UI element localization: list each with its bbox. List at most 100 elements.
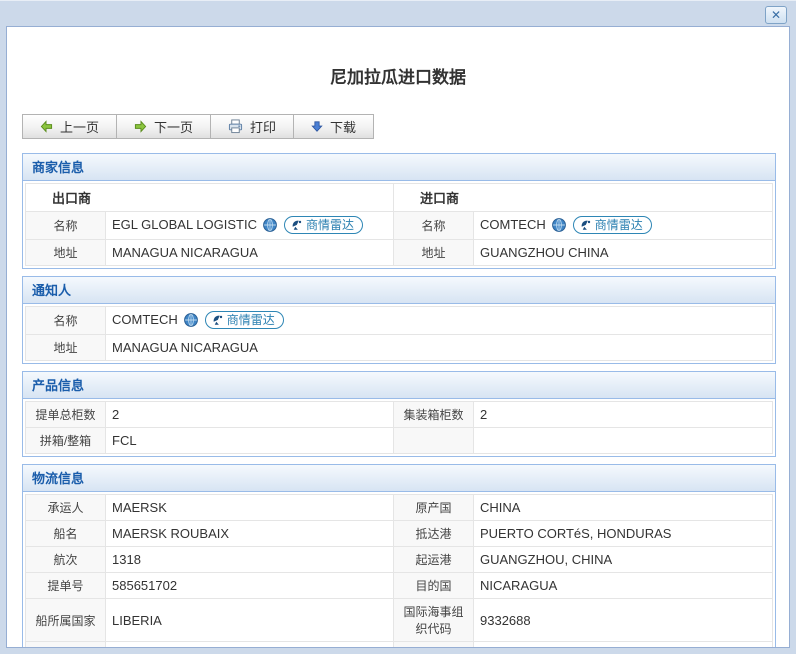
field-value: 9332688 <box>474 599 773 642</box>
section-notify-title: 通知人 <box>23 277 775 304</box>
section-logistics: 物流信息 承运人 MAERSK 原产国 CHINA 船名 MAERSK ROUB… <box>22 464 776 648</box>
field-value: LIBERIA <box>106 599 394 642</box>
section-merchant-title: 商家信息 <box>23 154 775 181</box>
globe-icon[interactable] <box>263 218 277 235</box>
field-label: 船名 <box>26 521 106 547</box>
field-value: PUERTO CORTéS, HONDURAS <box>474 521 773 547</box>
radar-link[interactable]: 商情雷达 <box>284 216 363 234</box>
arrow-right-icon <box>134 120 147 133</box>
field-label: 名称 <box>394 212 474 240</box>
download-button[interactable]: 下载 <box>293 114 374 139</box>
field-label: 起运港 <box>394 547 474 573</box>
field-label: 提单号 <box>26 573 106 599</box>
download-label: 下载 <box>330 117 356 136</box>
field-value: GUANGZHOU, CHINA <box>474 547 773 573</box>
exporter-name-cell: EGL GLOBAL LOGISTIC 商情雷达 <box>106 212 394 240</box>
notify-name: COMTECH <box>112 312 178 327</box>
table-row: 拼箱/整箱 FCL <box>26 428 773 454</box>
importer-header: 进口商 <box>394 184 773 212</box>
field-value: 2 <box>474 402 773 428</box>
field-label: 提单总柜数 <box>26 402 106 428</box>
field-value: 1318 <box>106 547 394 573</box>
close-button[interactable]: ✕ <box>765 6 787 24</box>
field-value <box>474 428 773 454</box>
table-row: 地址 MANAGUA NICARAGUA 地址 GUANGZHOU CHINA <box>26 240 773 266</box>
field-label: 目的国 <box>394 573 474 599</box>
notify-table: 名称 COMTECH 商情雷达 地址 MANAGUA NICARAGUA <box>25 306 773 361</box>
printer-icon <box>228 119 243 134</box>
field-value: 2013-06-23 <box>474 642 773 649</box>
logistics-table: 承运人 MAERSK 原产国 CHINA 船名 MAERSK ROUBAIX 抵… <box>25 494 773 648</box>
table-row: 提单号 585651702 目的国 NICARAGUA <box>26 573 773 599</box>
field-value: NICARAGUA <box>474 573 773 599</box>
radar-icon <box>291 219 303 231</box>
section-product-title: 产品信息 <box>23 372 775 399</box>
table-row: 承运人 MAERSK 原产国 CHINA <box>26 495 773 521</box>
field-label: 承运人 <box>26 495 106 521</box>
table-row: 出口商 进口商 <box>26 184 773 212</box>
field-value: MAERSK ROUBAIX <box>106 521 394 547</box>
field-label: 集装箱柜数 <box>394 402 474 428</box>
field-label: 地址 <box>394 240 474 266</box>
field-label: 拼箱/整箱 <box>26 428 106 454</box>
field-label: 船所属国家 <box>26 599 106 642</box>
table-row: 地址 MANAGUA NICARAGUA <box>26 335 773 361</box>
field-label: 地址 <box>26 335 106 361</box>
field-label: 抵达港 <box>394 521 474 547</box>
dialog-panel: 尼加拉瓜进口数据 上一页 下一页 打印 下载 商家信息 出口商 进口商 <box>6 26 790 648</box>
prev-page-label: 上一页 <box>60 117 99 136</box>
product-table: 提单总柜数 2 集装箱柜数 2 拼箱/整箱 FCL <box>25 401 773 454</box>
radar-icon <box>580 219 592 231</box>
toolbar: 上一页 下一页 打印 下载 <box>22 114 789 139</box>
close-icon: ✕ <box>771 8 781 22</box>
table-row: 提单总柜数 2 集装箱柜数 2 <box>26 402 773 428</box>
field-label: 名称 <box>26 212 106 240</box>
field-value: MSKU4414182 <box>106 642 394 649</box>
print-button[interactable]: 打印 <box>210 114 294 139</box>
radar-label: 商情雷达 <box>595 218 643 232</box>
arrow-left-icon <box>40 120 53 133</box>
section-notify: 通知人 名称 COMTECH 商情雷达 地址 MANAGUA NICARAGUA <box>22 276 776 364</box>
importer-name: COMTECH <box>480 217 546 232</box>
exporter-name: EGL GLOBAL LOGISTIC <box>112 217 257 232</box>
radar-link[interactable]: 商情雷达 <box>205 311 284 329</box>
table-row: 名称 EGL GLOBAL LOGISTIC 商情雷达 名称 COMTECH 商情雷… <box>26 212 773 240</box>
field-label: 航次 <box>26 547 106 573</box>
importer-name-cell: COMTECH 商情雷达 <box>474 212 773 240</box>
radar-label: 商情雷达 <box>227 313 275 327</box>
prev-page-button[interactable]: 上一页 <box>22 114 117 139</box>
field-value: 585651702 <box>106 573 394 599</box>
table-row: 船所属国家 LIBERIA 国际海事组织代码 9332688 <box>26 599 773 642</box>
field-label <box>394 428 474 454</box>
radar-label: 商情雷达 <box>306 218 354 232</box>
field-label: 名称 <box>26 307 106 335</box>
field-label: 集装箱号 <box>26 642 106 649</box>
section-product: 产品信息 提单总柜数 2 集装箱柜数 2 拼箱/整箱 FCL <box>22 371 776 457</box>
radar-icon <box>212 314 224 326</box>
print-label: 打印 <box>250 117 276 136</box>
field-value: FCL <box>106 428 394 454</box>
globe-icon[interactable] <box>184 313 198 330</box>
field-label: 地址 <box>26 240 106 266</box>
exporter-address: MANAGUA NICARAGUA <box>106 240 394 266</box>
field-value: 2 <box>106 402 394 428</box>
field-label: 原产国 <box>394 495 474 521</box>
notify-address: MANAGUA NICARAGUA <box>106 335 773 361</box>
notify-name-cell: COMTECH 商情雷达 <box>106 307 773 335</box>
exporter-header: 出口商 <box>26 184 394 212</box>
globe-icon[interactable] <box>552 218 566 235</box>
next-page-label: 下一页 <box>154 117 193 136</box>
field-label: 国际海事组织代码 <box>394 599 474 642</box>
section-merchant: 商家信息 出口商 进口商 名称 EGL GLOBAL LOGISTIC 商情雷达 … <box>22 153 776 269</box>
field-value: CHINA <box>474 495 773 521</box>
next-page-button[interactable]: 下一页 <box>116 114 211 139</box>
section-logistics-title: 物流信息 <box>23 465 775 492</box>
dialog-titlebar: ✕ <box>0 0 796 26</box>
arrow-down-icon <box>311 120 323 133</box>
page-title: 尼加拉瓜进口数据 <box>7 63 789 83</box>
table-row: 船名 MAERSK ROUBAIX 抵达港 PUERTO CORTéS, HON… <box>26 521 773 547</box>
field-label: 到港日期 <box>394 642 474 649</box>
table-row: 名称 COMTECH 商情雷达 <box>26 307 773 335</box>
field-value: MAERSK <box>106 495 394 521</box>
radar-link[interactable]: 商情雷达 <box>573 216 652 234</box>
